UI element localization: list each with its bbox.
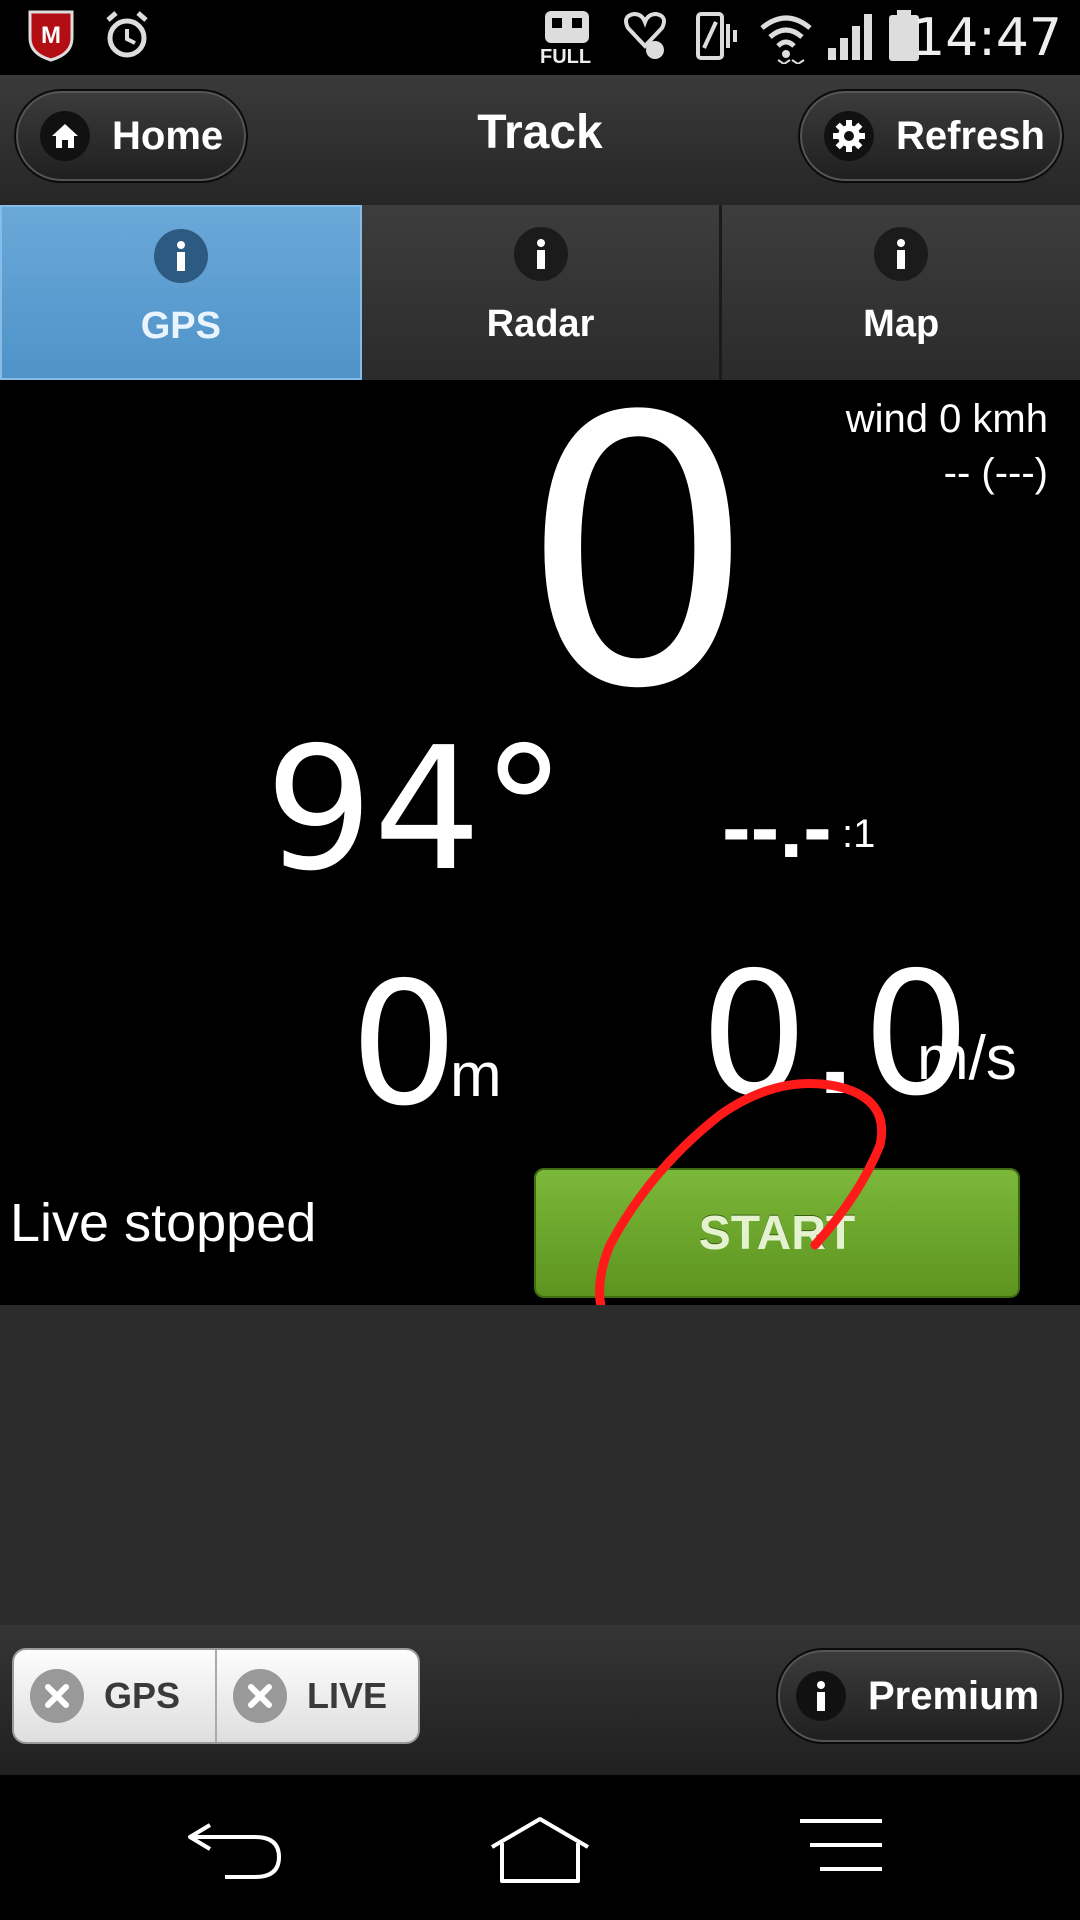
alarm-icon	[106, 11, 148, 58]
refresh-label: Refresh	[896, 113, 1045, 158]
tab-gps[interactable]: GPS	[0, 205, 362, 380]
altitude-unit: m	[450, 1041, 502, 1110]
info-icon	[153, 229, 208, 283]
premium-button[interactable]: Premium	[776, 1648, 1064, 1744]
vibrate-icon	[696, 12, 737, 60]
gear-icon	[824, 111, 874, 161]
live-toggle[interactable]: LIVE	[217, 1650, 418, 1742]
glide-ratio-suffix: :1	[842, 812, 876, 856]
health-icon	[624, 11, 666, 59]
full-icon	[545, 11, 589, 43]
wind-readout: wind 0 kmh -- (---)	[846, 392, 1048, 500]
empty-panel	[0, 1305, 1080, 1625]
full-badge: FULL	[540, 46, 592, 68]
info-icon	[874, 227, 929, 281]
connection-toggle-group: GPS LIVE	[12, 1648, 420, 1744]
system-nav-bar	[0, 1775, 1080, 1920]
svg-text:M: M	[41, 22, 61, 49]
close-icon	[233, 1669, 287, 1723]
refresh-button[interactable]: Refresh	[798, 89, 1064, 183]
status-bar: M FULL 14:47	[0, 0, 1080, 75]
signal-icon	[828, 14, 872, 60]
speed-value: 0	[520, 340, 756, 770]
live-toggle-label: LIVE	[307, 1675, 388, 1716]
close-icon	[30, 1669, 84, 1723]
tab-map[interactable]: Map	[722, 205, 1080, 380]
glide-ratio-value: --.-	[722, 780, 832, 876]
menu-icon[interactable]	[798, 1815, 884, 1875]
bottom-toolbar: GPS LIVE Premium	[0, 1625, 1080, 1775]
info-icon	[513, 227, 568, 281]
gps-toggle-label: GPS	[104, 1675, 181, 1716]
back-icon[interactable]	[185, 1815, 285, 1885]
home-nav-icon[interactable]	[488, 1815, 592, 1885]
premium-label: Premium	[868, 1673, 1040, 1718]
gps-toggle[interactable]: GPS	[14, 1650, 217, 1742]
action-bar: Home Track Refresh	[0, 75, 1080, 205]
mcafee-icon: M	[28, 10, 74, 62]
tab-label: GPS	[140, 305, 221, 347]
wind-direction: -- (---)	[943, 451, 1048, 495]
altitude-value: 0	[350, 946, 459, 1144]
live-status-text: Live stopped	[10, 1193, 317, 1253]
info-icon	[796, 1671, 846, 1721]
heading-value: 94°	[265, 711, 567, 909]
wifi-icon	[760, 15, 812, 64]
wind-speed: wind 0 kmh	[845, 397, 1048, 441]
tab-label: Map	[863, 303, 940, 345]
status-time: 14:47	[912, 8, 1062, 68]
